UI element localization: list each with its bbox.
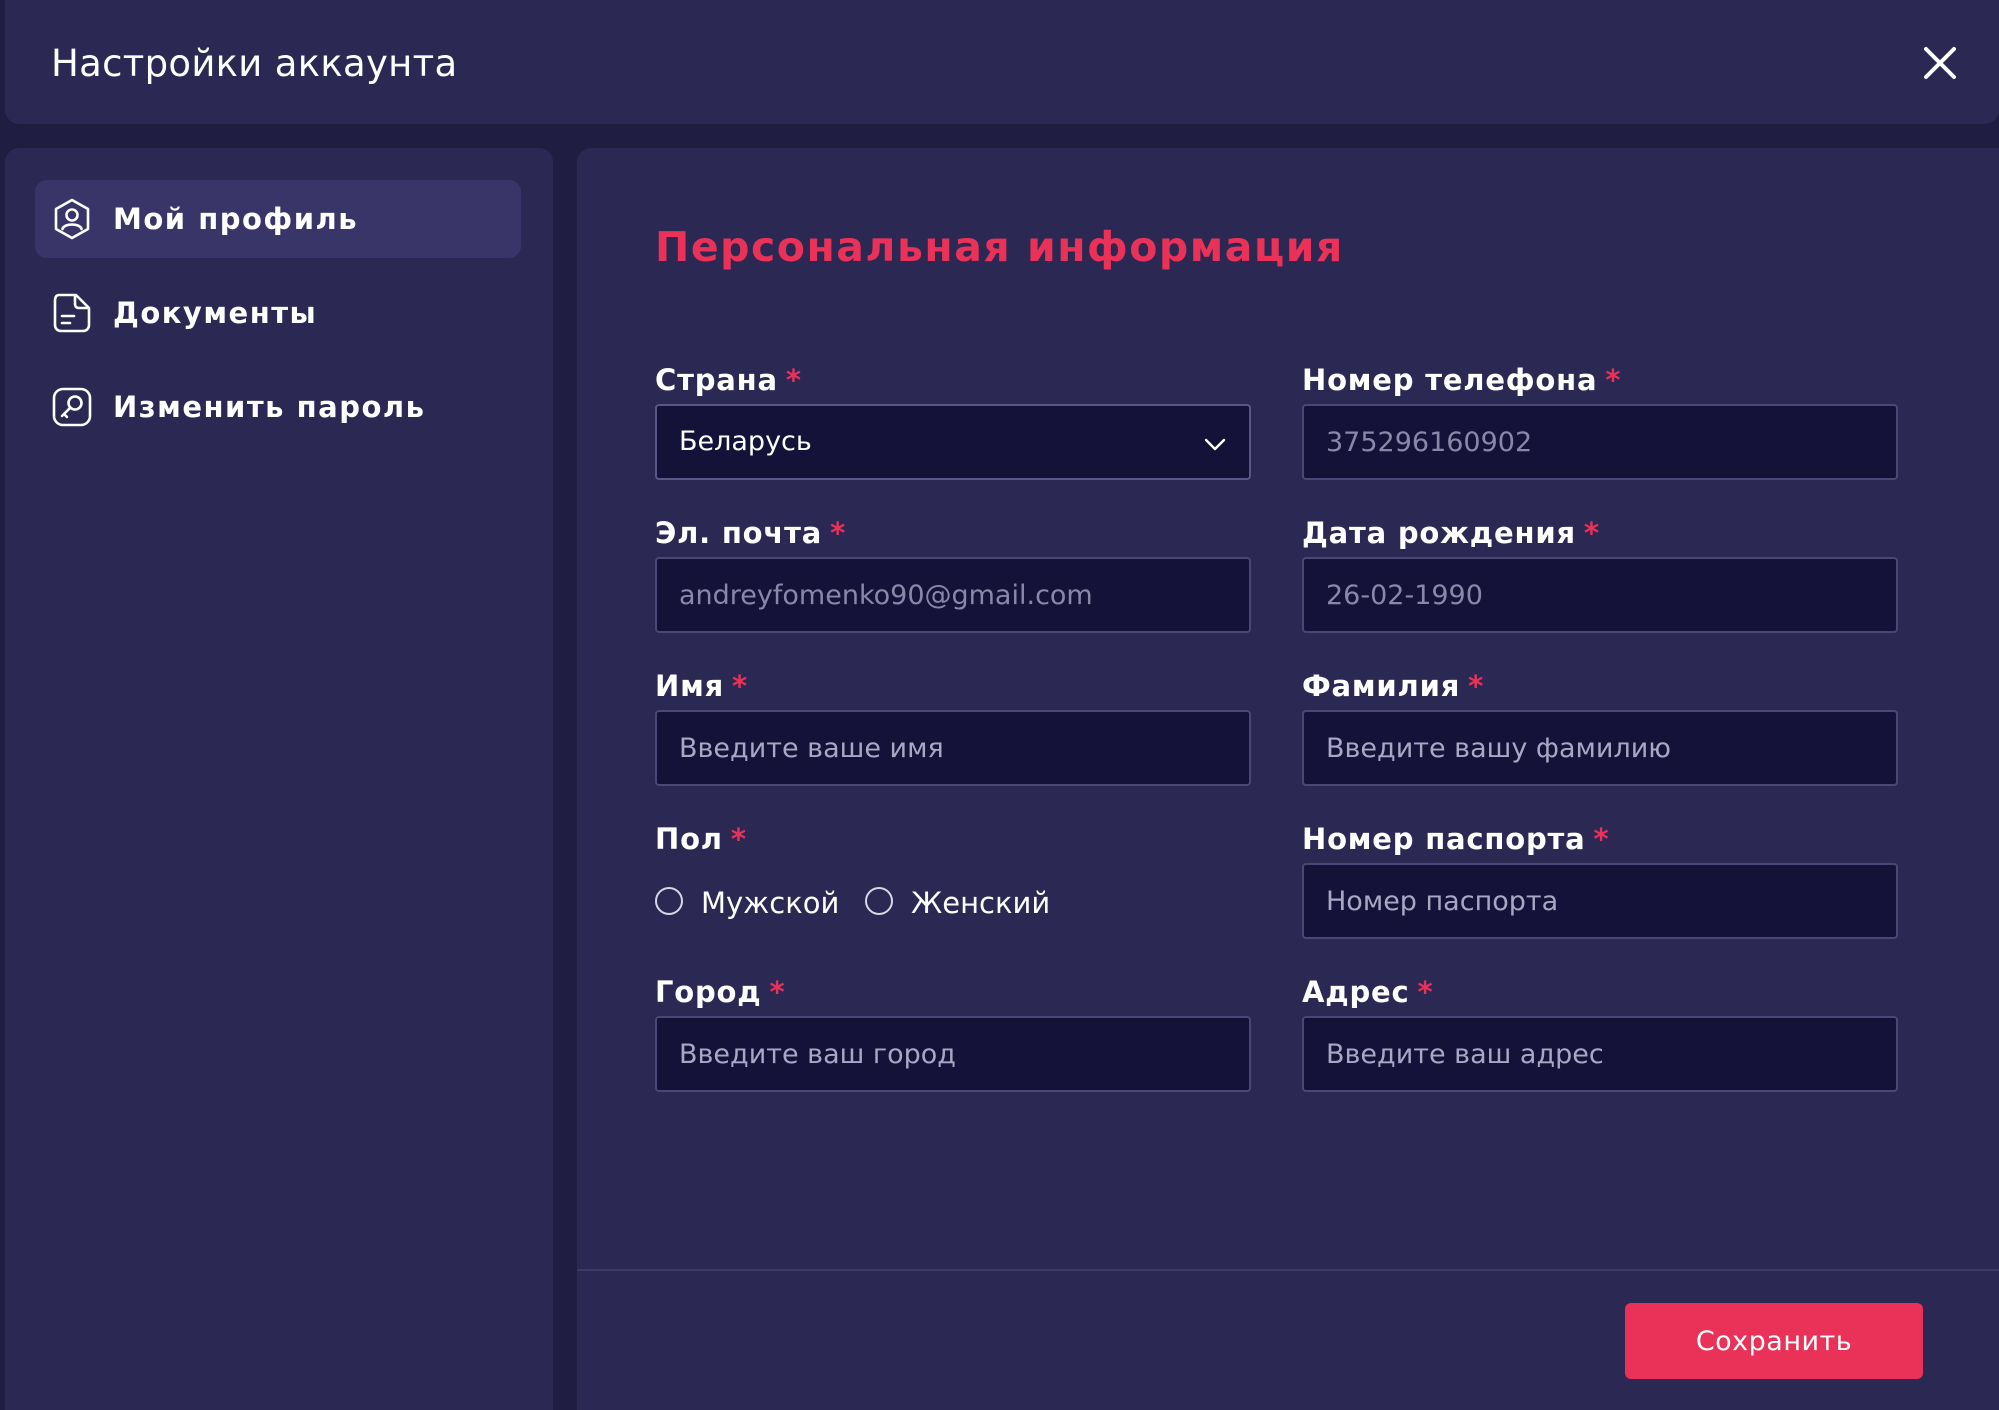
modal-header: Настройки аккаунта xyxy=(5,0,1999,124)
section-title: Персональная информация xyxy=(655,223,1344,271)
country-select[interactable]: Беларусь xyxy=(655,404,1251,480)
address-field[interactable] xyxy=(1302,1016,1898,1092)
required-mark: * xyxy=(1417,975,1434,1009)
city-label: Город * xyxy=(655,975,786,1009)
passport-field[interactable] xyxy=(1302,863,1898,939)
country-select-value: Беларусь xyxy=(679,426,812,457)
address-label: Адрес * xyxy=(1302,975,1434,1009)
sidebar-item-label: Документы xyxy=(113,296,318,330)
sidebar-item-my-profile[interactable]: Мой профиль xyxy=(35,180,521,258)
last-name-label: Фамилия * xyxy=(1302,669,1485,703)
birthdate-field[interactable] xyxy=(1302,557,1898,633)
save-button[interactable]: Сохранить xyxy=(1625,1303,1923,1379)
user-profile-icon xyxy=(51,198,93,240)
required-mark: * xyxy=(1468,669,1485,703)
radio-circle xyxy=(655,887,683,915)
gender-radio-female[interactable]: Женский xyxy=(865,885,1065,921)
document-icon xyxy=(51,292,93,334)
sidebar-item-label: Мой профиль xyxy=(113,202,359,236)
close-button[interactable] xyxy=(1915,38,1965,88)
gender-label: Пол * xyxy=(655,822,747,856)
passport-label: Номер паспорта * xyxy=(1302,822,1610,856)
email-label: Эл. почта * xyxy=(655,516,847,550)
required-mark: * xyxy=(830,516,847,550)
sidebar-item-documents[interactable]: Документы xyxy=(35,274,521,352)
phone-field[interactable] xyxy=(1302,404,1898,480)
sidebar-item-change-password[interactable]: Изменить пароль xyxy=(35,368,521,446)
sidebar: Мой профиль Документы Изменить пароль xyxy=(5,148,553,1410)
last-name-field[interactable] xyxy=(1302,710,1898,786)
required-mark: * xyxy=(1593,822,1610,856)
city-field[interactable] xyxy=(655,1016,1251,1092)
required-mark: * xyxy=(1583,516,1600,550)
birthdate-label: Дата рождения * xyxy=(1302,516,1600,550)
main-panel: Персональная информация Страна * Беларусь… xyxy=(577,148,1999,1410)
modal-title: Настройки аккаунта xyxy=(51,42,458,85)
required-mark: * xyxy=(1605,363,1622,397)
close-icon xyxy=(1915,38,1965,88)
gender-radio-male[interactable]: Мужской xyxy=(655,885,845,921)
key-icon xyxy=(51,386,93,428)
email-field[interactable] xyxy=(655,557,1251,633)
country-label: Страна * xyxy=(655,363,802,397)
footer-divider xyxy=(577,1269,1999,1271)
required-mark: * xyxy=(769,975,786,1009)
required-mark: * xyxy=(732,669,748,703)
first-name-field[interactable] xyxy=(655,710,1251,786)
radio-label: Мужской xyxy=(701,886,840,920)
required-mark: * xyxy=(785,363,802,397)
first-name-label: Имя * xyxy=(655,669,748,703)
phone-label: Номер телефона * xyxy=(1302,363,1622,397)
chevron-down-icon xyxy=(1201,430,1229,458)
radio-circle xyxy=(865,887,893,915)
required-mark: * xyxy=(730,822,747,856)
radio-label: Женский xyxy=(911,886,1051,920)
sidebar-item-label: Изменить пароль xyxy=(113,390,426,424)
